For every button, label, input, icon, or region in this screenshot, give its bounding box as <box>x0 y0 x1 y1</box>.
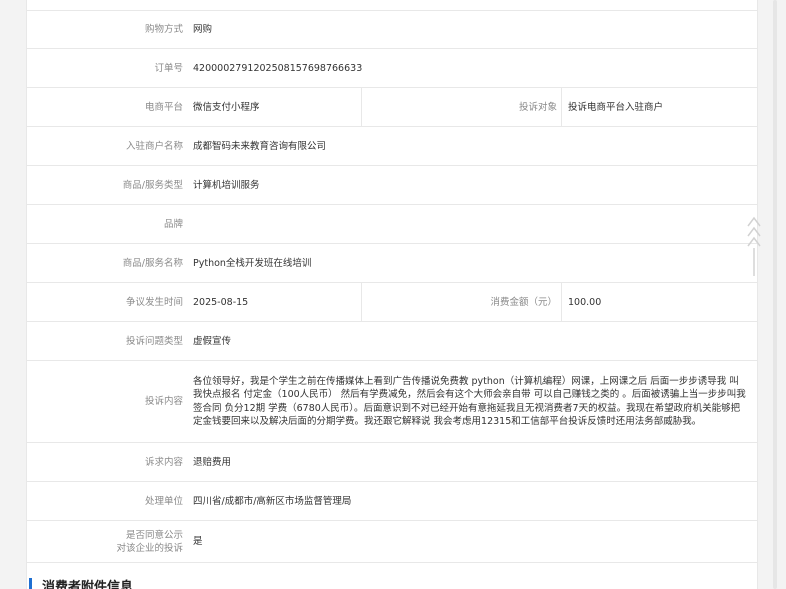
row-category: 商品/服务类型 计算机培训服务 <box>27 166 757 205</box>
page: 购物方式 网购 订单号 4200002791202508157698766633… <box>0 0 786 589</box>
label-complaint-content: 投诉内容 <box>144 396 183 407</box>
value-dispute-time: 2025-08-15 <box>187 283 362 321</box>
section-consumer-attachments: 消费者附件信息 <box>27 575 133 589</box>
label-brand: 品牌 <box>163 218 183 230</box>
label-agree-public-line2: 对该企业的投诉 <box>116 542 183 554</box>
value-merchant: 成都智码未来教育咨询有限公司 <box>193 140 327 152</box>
chevron-stack-icon <box>747 216 761 276</box>
value-platform: 微信支付小程序 <box>187 88 362 126</box>
row-brand: 品牌 <box>27 205 757 244</box>
row-platform: 电商平台 微信支付小程序 投诉对象 投诉电商平台入驻商户 <box>27 88 757 127</box>
label-demand: 诉求内容 <box>144 456 183 468</box>
row-demand: 诉求内容 退赔费用 <box>27 443 757 482</box>
row-order-no: 订单号 4200002791202508157698766633 <box>27 49 757 88</box>
label-platform: 电商平台 <box>144 101 183 113</box>
row-purchase-method: 购物方式 网购 <box>27 11 757 49</box>
row-product-name: 商品/服务名称 Python全栈开发班在线培训 <box>27 244 757 283</box>
value-demand: 退赔费用 <box>193 456 232 468</box>
complaint-detail-table: 购物方式 网购 订单号 4200002791202508157698766633… <box>27 10 757 563</box>
value-category: 计算机培训服务 <box>193 179 260 191</box>
row-complaint-content: 投诉内容 各位领导好，我是个学生之前在传播媒体上看到广告传播说免费教 pytho… <box>27 361 757 443</box>
label-amount: 消费金额（元） <box>362 283 562 321</box>
double-chevron-up-icon <box>744 212 764 282</box>
row-agree-public: 是否同意公示 对该企业的投诉 是 <box>27 521 757 563</box>
label-dispute-time: 争议发生时间 <box>125 296 183 308</box>
label-issue-type: 投诉问题类型 <box>125 335 183 347</box>
value-agree-public: 是 <box>193 536 203 547</box>
label-purchase-method: 购物方式 <box>144 24 183 35</box>
row-dispute-time: 争议发生时间 2025-08-15 消费金额（元） 100.00 <box>27 283 757 322</box>
section-accent-bar <box>29 578 32 589</box>
value-handler: 四川省/成都市/高新区市场监督管理局 <box>193 495 352 507</box>
section-title: 消费者附件信息 <box>42 579 134 589</box>
value-order-no: 4200002791202508157698766633 <box>193 62 363 74</box>
value-product-name: Python全栈开发班在线培训 <box>193 257 312 269</box>
label-category: 商品/服务类型 <box>122 179 183 191</box>
value-issue-type: 虚假宣传 <box>193 335 232 347</box>
label-complaint-target: 投诉对象 <box>362 88 562 126</box>
value-purchase-method: 网购 <box>193 24 213 35</box>
value-brand <box>187 205 757 243</box>
label-agree-public: 是否同意公示 对该企业的投诉 <box>27 521 187 562</box>
label-order-no: 订单号 <box>154 62 183 74</box>
value-complaint-target: 投诉电商平台入驻商户 <box>568 101 664 113</box>
row-merchant: 入驻商户名称 成都智码未来教育咨询有限公司 <box>27 127 757 166</box>
label-agree-public-line1: 是否同意公示 <box>125 529 183 541</box>
row-handler: 处理单位 四川省/成都市/高新区市场监督管理局 <box>27 482 757 521</box>
complaint-detail-panel: 购物方式 网购 订单号 4200002791202508157698766633… <box>26 0 758 589</box>
row-issue-type: 投诉问题类型 虚假宣传 <box>27 322 757 361</box>
vertical-scrollbar[interactable] <box>764 0 786 589</box>
label-merchant: 入驻商户名称 <box>125 140 183 152</box>
value-amount: 100.00 <box>568 296 602 308</box>
label-handler: 处理单位 <box>144 495 183 507</box>
scrollbar-thumb[interactable] <box>773 0 777 589</box>
label-product-name: 商品/服务名称 <box>122 257 183 269</box>
value-complaint-content: 各位领导好，我是个学生之前在传播媒体上看到广告传播说免费教 python（计算机… <box>193 375 746 428</box>
